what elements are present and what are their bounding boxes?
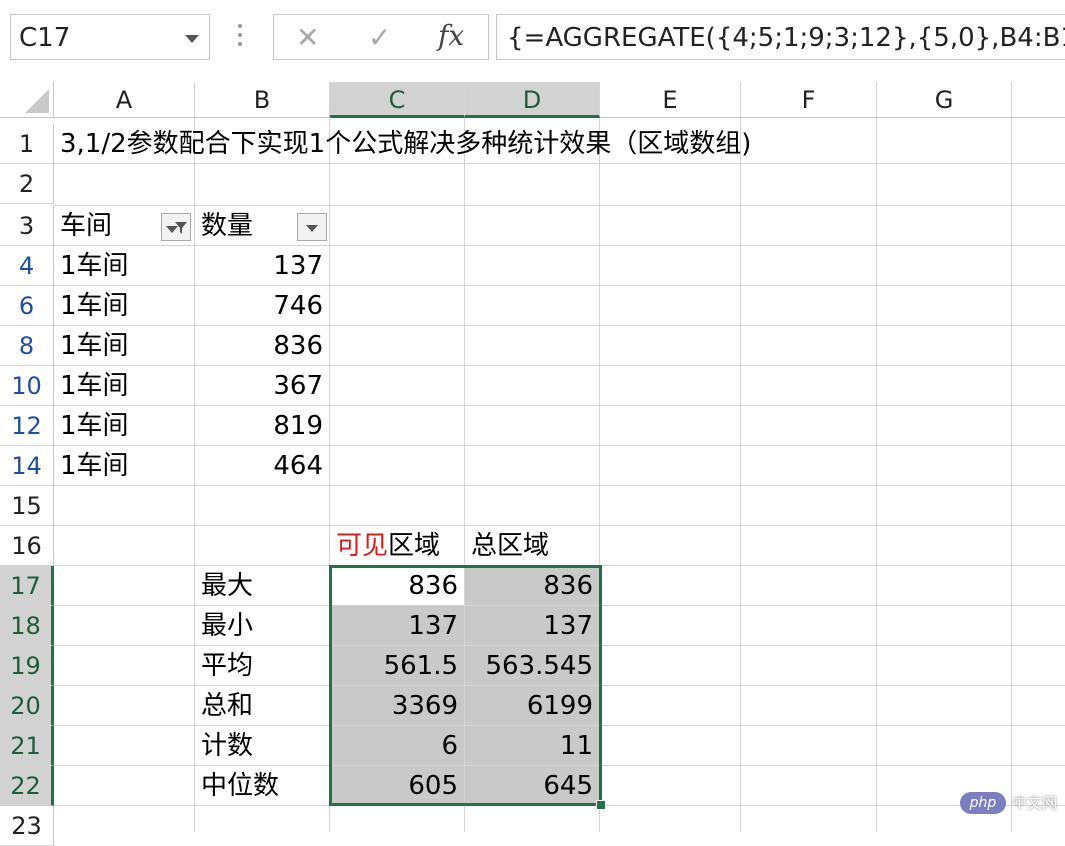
total-value-cell[interactable]: 563.545: [465, 646, 600, 686]
watermark: php 中文网: [960, 790, 1060, 816]
stat-label[interactable]: 中位数: [195, 766, 330, 806]
formula-bar: C17 ✕ ✓ fx {=AGGREGATE({4;5;1;9;3;12},{5…: [0, 0, 1065, 78]
workshop-cell[interactable]: 1车间: [54, 286, 195, 326]
name-box-value: C17: [19, 23, 71, 53]
qty-cell[interactable]: 836: [195, 326, 330, 366]
row-header[interactable]: 20: [0, 686, 54, 726]
row-header[interactable]: 8: [0, 326, 54, 366]
row-header[interactable]: 18: [0, 606, 54, 646]
workshop-cell[interactable]: 1车间: [54, 366, 195, 406]
enter-icon[interactable]: ✓: [368, 21, 391, 54]
stat-label[interactable]: 最小: [195, 606, 330, 646]
qty-cell[interactable]: 819: [195, 406, 330, 446]
title-cell[interactable]: 3,1/2参数配合下实现1个公式解决多种统计效果（区域数组): [54, 124, 1065, 164]
column-header-h[interactable]: [1012, 82, 1065, 118]
php-logo: php: [960, 792, 1006, 814]
row-header[interactable]: 15: [0, 486, 54, 526]
row-header[interactable]: 17: [0, 566, 54, 606]
header-total-area[interactable]: 总区域: [465, 526, 600, 566]
insert-function-icon[interactable]: fx: [438, 19, 464, 52]
workshop-cell[interactable]: 1车间: [54, 446, 195, 486]
header-visible-red: 可见: [336, 531, 389, 561]
row-header[interactable]: 6: [0, 286, 54, 326]
column-header-a[interactable]: A: [54, 82, 195, 118]
qty-cell[interactable]: 137: [195, 246, 330, 286]
visible-value-cell[interactable]: 605: [330, 766, 465, 806]
more-options-icon[interactable]: [238, 24, 242, 50]
formula-input[interactable]: {=AGGREGATE({4;5;1;9;3;12},{5,0},B4:B14)…: [496, 14, 1065, 60]
workshop-cell[interactable]: 1车间: [54, 326, 195, 366]
column-header-f[interactable]: F: [741, 82, 877, 118]
workshop-cell[interactable]: 1车间: [54, 406, 195, 446]
workshop-cell[interactable]: 1车间: [54, 246, 195, 286]
name-box[interactable]: C17: [10, 14, 210, 60]
cancel-icon[interactable]: ✕: [296, 21, 319, 54]
qty-cell[interactable]: 746: [195, 286, 330, 326]
filter-active-icon[interactable]: [161, 213, 191, 241]
total-value-cell[interactable]: 137: [465, 606, 600, 646]
header-visible-rest: 区域: [388, 531, 441, 561]
row-header[interactable]: 22: [0, 766, 54, 806]
row-header[interactable]: 10: [0, 366, 54, 406]
column-header-c[interactable]: C: [330, 82, 465, 118]
qty-cell[interactable]: 464: [195, 446, 330, 486]
row-header[interactable]: 3: [0, 206, 54, 246]
visible-value-cell[interactable]: 6: [330, 726, 465, 766]
stat-label[interactable]: 计数: [195, 726, 330, 766]
qty-cell[interactable]: 367: [195, 366, 330, 406]
visible-value-cell[interactable]: 561.5: [330, 646, 465, 686]
row-header[interactable]: 2: [0, 164, 54, 204]
visible-value-cell[interactable]: 3369: [330, 686, 465, 726]
row-header[interactable]: 19: [0, 646, 54, 686]
total-value-cell[interactable]: 836: [465, 566, 600, 606]
column-header-b[interactable]: B: [195, 82, 330, 118]
column-header-d[interactable]: D: [465, 82, 600, 118]
row-header[interactable]: 1: [0, 124, 54, 164]
total-value-cell[interactable]: 11: [465, 726, 600, 766]
row-header[interactable]: 21: [0, 726, 54, 766]
column-header-g[interactable]: G: [877, 82, 1012, 118]
row-header[interactable]: 4: [0, 246, 54, 286]
column-header-e[interactable]: E: [600, 82, 741, 118]
select-all-corner[interactable]: [0, 82, 54, 118]
filter-dropdown-icon[interactable]: [297, 213, 327, 241]
total-value-cell[interactable]: 6199: [465, 686, 600, 726]
stat-label[interactable]: 平均: [195, 646, 330, 686]
stat-label[interactable]: 总和: [195, 686, 330, 726]
header-visible-area[interactable]: 可见区域: [330, 526, 465, 566]
visible-value-cell[interactable]: 137: [330, 606, 465, 646]
formula-text: {=AGGREGATE({4;5;1;9;3;12},{5,0},B4:B14)…: [507, 23, 1065, 53]
stat-label[interactable]: 最大: [195, 566, 330, 606]
row-header[interactable]: 12: [0, 406, 54, 446]
visible-value-cell[interactable]: 836: [330, 566, 465, 606]
chevron-down-icon[interactable]: [185, 35, 199, 43]
row-header[interactable]: 16: [0, 526, 54, 566]
row-header[interactable]: 23: [0, 806, 54, 846]
formula-buttons: ✕ ✓ fx: [273, 14, 489, 60]
row-header[interactable]: 14: [0, 446, 54, 486]
total-value-cell[interactable]: 645: [465, 766, 600, 806]
fill-handle[interactable]: [596, 800, 606, 810]
watermark-text: 中文网: [1012, 794, 1058, 812]
